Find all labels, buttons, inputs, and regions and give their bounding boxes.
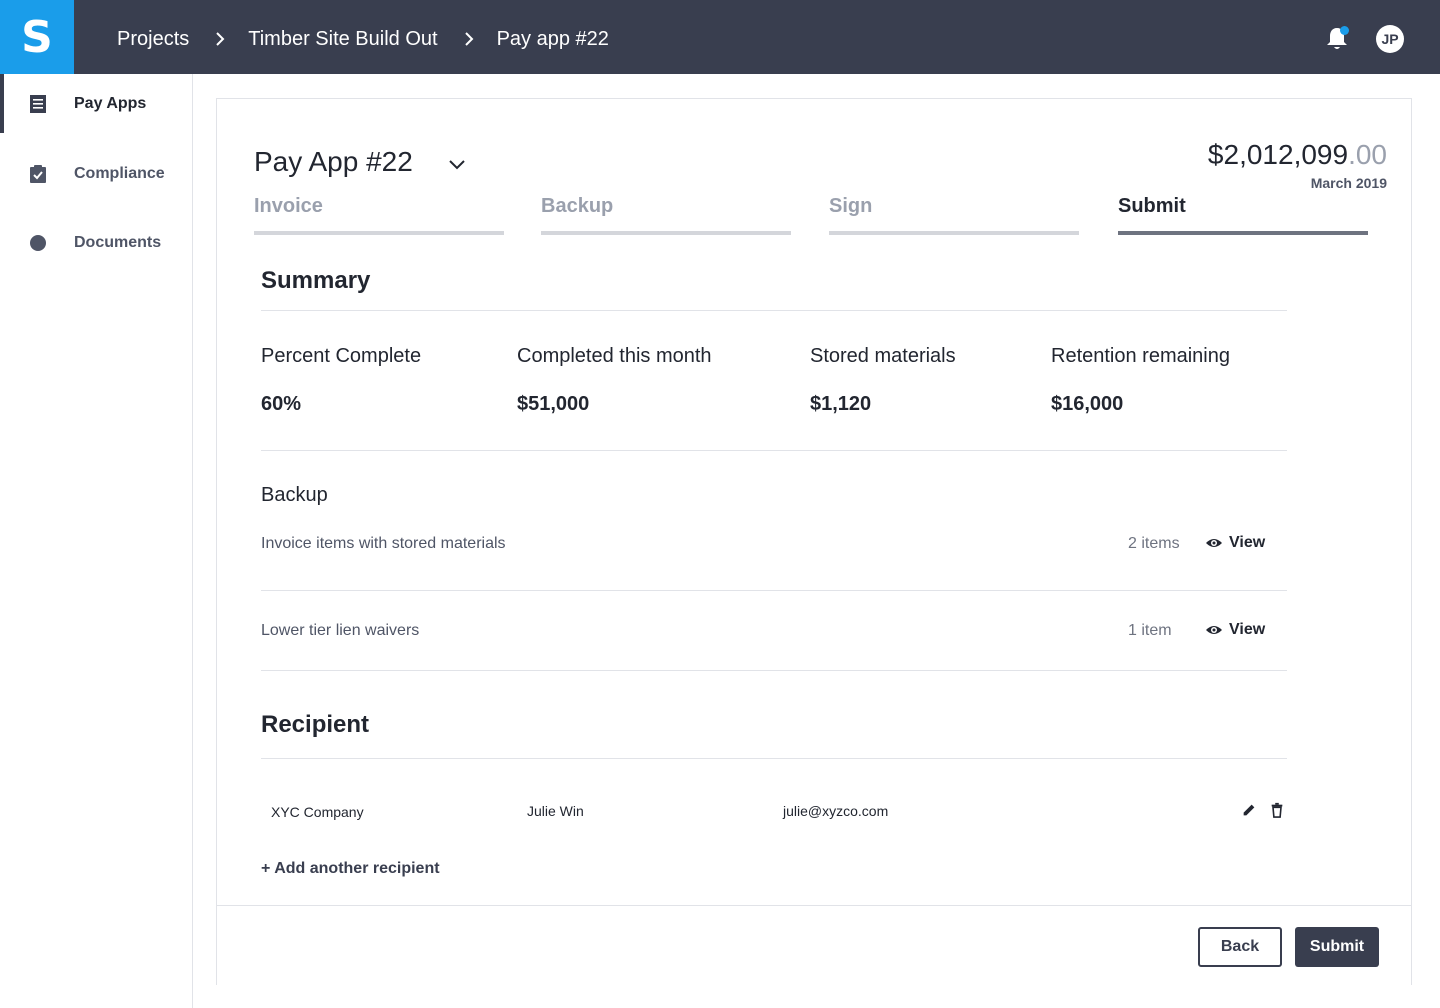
tab-label: Submit: [1118, 195, 1186, 217]
backup-row-label: Invoice items with stored materials: [261, 535, 506, 552]
document-list-icon: [28, 94, 48, 114]
pay-app-date: March 2019: [1310, 175, 1387, 191]
trash-icon[interactable]: [1268, 801, 1286, 819]
sidebar-item-compliance[interactable]: Compliance: [0, 144, 192, 204]
view-label: View: [1229, 621, 1266, 638]
page-title: Pay App #22: [254, 146, 413, 177]
breadcrumb-projects[interactable]: Projects: [117, 28, 189, 51]
submit-button[interactable]: Submit: [1295, 927, 1379, 967]
view-label: View: [1229, 534, 1266, 551]
sidebar-item-label: Compliance: [74, 165, 165, 182]
backup-row-count: 1 item: [1128, 622, 1172, 639]
sidebar-item-label: Pay Apps: [74, 95, 147, 112]
clipboard-check-icon: [28, 164, 48, 184]
view-button[interactable]: View: [1205, 534, 1265, 552]
tab-sign[interactable]: Sign: [829, 195, 1079, 235]
sidebar-item-pay-apps[interactable]: Pay Apps: [0, 74, 192, 134]
stat-value-stored-materials: $1,120: [810, 393, 872, 415]
title-row: Pay App #22: [254, 146, 467, 178]
add-recipient-link[interactable]: + Add another recipient: [261, 860, 440, 878]
stat-value-completed-month: $51,000: [517, 393, 590, 415]
backup-title: Backup: [261, 484, 328, 506]
tab-label: Invoice: [254, 195, 323, 217]
tab-label: Backup: [541, 195, 614, 217]
recipient-email: julie@xyzco.com: [783, 803, 889, 819]
divider: [261, 670, 1287, 671]
breadcrumb-project[interactable]: Timber Site Build Out: [248, 28, 437, 51]
recipient-company: XYC Company: [271, 804, 364, 820]
stat-label-stored-materials: Stored materials: [810, 345, 956, 367]
stat-label-completed-month: Completed this month: [517, 345, 712, 367]
back-button[interactable]: Back: [1198, 927, 1282, 967]
amount-whole: $2,012,099: [1207, 139, 1349, 170]
chevron-right-icon: [456, 28, 482, 51]
sidebar-item-documents[interactable]: Documents: [0, 213, 192, 273]
stat-value-retention-remaining: $16,000: [1051, 393, 1124, 415]
notification-dot: [1340, 26, 1349, 35]
recipient-title: Recipient: [261, 711, 370, 738]
chevron-down-icon[interactable]: [447, 154, 467, 174]
amount-cents: .00: [1348, 139, 1387, 170]
tab-indicator: [254, 231, 504, 235]
sidebar-item-label: Documents: [74, 234, 162, 251]
backup-row-label: Lower tier lien waivers: [261, 622, 420, 639]
top-bar: S Projects Timber Site Build Out Pay app…: [0, 0, 1440, 74]
tab-indicator: [1118, 231, 1368, 235]
step-tabs: Invoice Backup Sign Submit: [254, 195, 1368, 235]
circle-icon: [28, 233, 48, 253]
notification-bell-icon[interactable]: [1323, 24, 1351, 52]
tab-backup[interactable]: Backup: [541, 195, 791, 235]
tab-invoice[interactable]: Invoice: [254, 195, 504, 235]
pay-app-card: Pay App #22 $2,012,099.00 March 2019 Inv…: [216, 98, 1412, 985]
chevron-right-icon: [207, 28, 233, 51]
tab-indicator: [541, 231, 791, 235]
edit-pencil-icon[interactable]: [1240, 801, 1258, 819]
eye-icon: [1206, 539, 1222, 547]
stat-value-percent-complete: 60%: [261, 393, 302, 415]
tab-indicator: [829, 231, 1079, 235]
breadcrumb: Projects Timber Site Build Out Pay app #…: [117, 0, 609, 78]
backup-row-count: 2 items: [1128, 535, 1180, 552]
card-footer: Back Submit: [217, 905, 1411, 985]
eye-icon: [1206, 626, 1222, 634]
divider: [261, 310, 1287, 311]
sidebar: Pay Apps Compliance Documents: [0, 74, 193, 1008]
view-button[interactable]: View: [1205, 621, 1265, 639]
tab-label: Sign: [829, 195, 873, 217]
recipient-name: Julie Win: [527, 803, 584, 819]
divider: [261, 590, 1287, 591]
stat-label-percent-complete: Percent Complete: [261, 345, 422, 367]
pay-app-amount: $2,012,099.00: [1208, 139, 1387, 171]
app-logo[interactable]: S: [0, 0, 74, 74]
stat-label-retention-remaining: Retention remaining: [1051, 345, 1230, 367]
divider: [261, 450, 1287, 451]
user-avatar[interactable]: JP: [1376, 25, 1404, 53]
tab-submit[interactable]: Submit: [1118, 195, 1368, 235]
summary-title: Summary: [261, 267, 371, 294]
divider: [261, 758, 1287, 759]
breadcrumb-current[interactable]: Pay app #22: [497, 28, 609, 51]
